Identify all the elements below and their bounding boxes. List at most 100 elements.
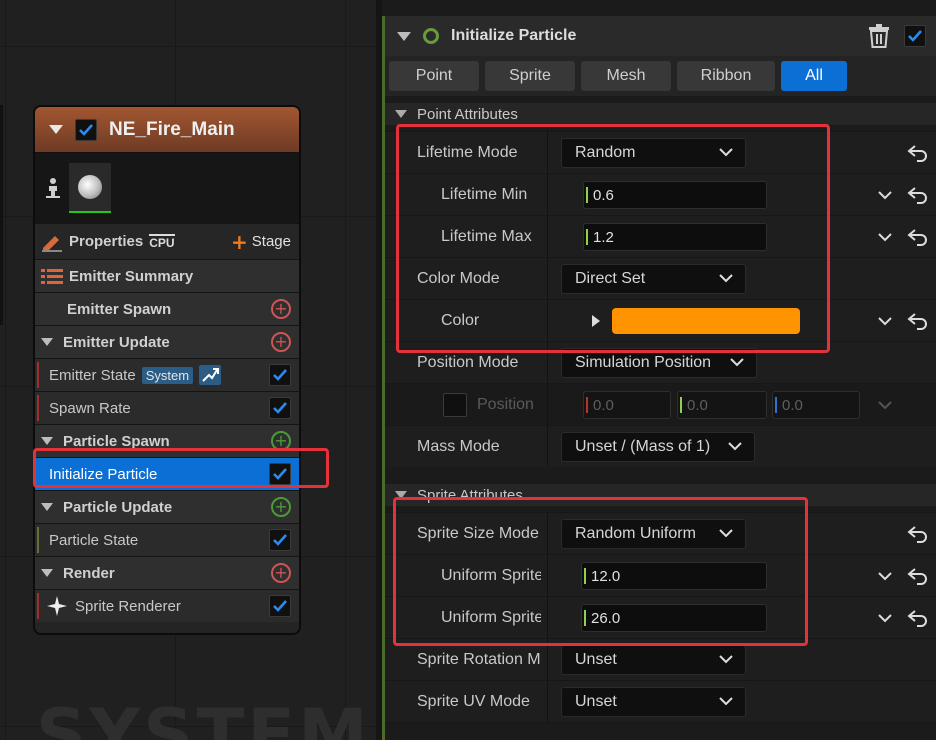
reset-icon[interactable]: [907, 567, 929, 585]
add-module-icon[interactable]: +: [271, 563, 291, 583]
node-thumbnail-row: [35, 153, 299, 223]
reset-icon[interactable]: [907, 312, 929, 330]
reset-icon[interactable]: [907, 186, 929, 204]
position-row: Position 0.0 0.0 0.0: [385, 383, 936, 426]
tab-sprite[interactable]: Sprite: [485, 61, 575, 91]
collapse-icon[interactable]: [49, 125, 63, 134]
sprite-uv-value: Unset: [575, 693, 617, 710]
reset-icon[interactable]: [907, 228, 929, 246]
properties-row[interactable]: Properties CPU + Stage: [35, 223, 299, 259]
reset-icon[interactable]: [907, 144, 929, 162]
position-z-input[interactable]: 0.0: [772, 391, 860, 419]
collapse-module-icon[interactable]: [397, 31, 411, 41]
particle-state-checkbox[interactable]: [269, 529, 291, 551]
chevron-down-icon: [719, 655, 733, 664]
point-attributes-label: Point Attributes: [417, 105, 518, 123]
filter-tabs: Point Sprite Mesh Ribbon All: [385, 56, 936, 96]
cpu-icon: CPU: [149, 234, 175, 250]
particle-state-label: Particle State: [49, 531, 139, 549]
position-mode-value: Simulation Position: [575, 354, 712, 371]
sprite-uv-row: Sprite UV Mode Unset: [385, 680, 936, 723]
highlight-initialize-particle: [33, 448, 329, 488]
tab-all[interactable]: All: [781, 61, 847, 91]
render-row[interactable]: Render +: [35, 556, 299, 589]
position-label: Position: [477, 396, 534, 413]
node-enable-checkbox[interactable]: [75, 118, 97, 141]
graph-link-icon[interactable]: [199, 365, 222, 385]
emitter-update-row[interactable]: Emitter Update +: [35, 325, 299, 358]
render-label: Render: [63, 564, 115, 582]
tab-point[interactable]: Point: [389, 61, 479, 91]
chevron-down-icon[interactable]: [877, 315, 893, 327]
sprite-renderer-label: Sprite Renderer: [75, 597, 181, 615]
expand-icon[interactable]: [41, 437, 53, 445]
chevron-down-icon[interactable]: [877, 189, 893, 201]
graph-node-edge: [0, 105, 3, 325]
module-enable-checkbox[interactable]: [904, 25, 926, 47]
emitter-spawn-row[interactable]: Emitter Spawn +: [35, 292, 299, 325]
add-module-icon[interactable]: +: [271, 497, 291, 517]
position-enable-checkbox[interactable]: [443, 393, 467, 417]
sprite-renderer-checkbox[interactable]: [269, 595, 291, 617]
point-attributes-header[interactable]: Point Attributes: [385, 103, 936, 125]
emitter-state-row[interactable]: Emitter State System: [35, 358, 299, 391]
sparkle-icon: [47, 596, 67, 616]
particle-update-row[interactable]: Particle Update +: [35, 490, 299, 523]
position-x-input[interactable]: 0.0: [583, 391, 671, 419]
spawn-rate-label: Spawn Rate: [49, 399, 131, 417]
chevron-down-icon[interactable]: [877, 612, 893, 624]
tab-ribbon[interactable]: Ribbon: [677, 61, 775, 91]
sprite-renderer-row[interactable]: Sprite Renderer: [35, 589, 299, 622]
graph-watermark: SYSTEM: [36, 694, 371, 740]
mass-mode-dropdown[interactable]: Unset / (Mass of 1): [561, 432, 755, 462]
add-stage-button[interactable]: + Stage: [231, 229, 291, 254]
module-title: Initialize Particle: [451, 27, 577, 44]
sprite-rotation-value: Unset: [575, 651, 617, 668]
emitter-state-label: Emitter State: [49, 366, 136, 384]
particle-update-label: Particle Update: [63, 498, 173, 516]
chevron-down-icon: [728, 442, 742, 451]
spawn-rate-row[interactable]: Spawn Rate: [35, 391, 299, 424]
reset-icon[interactable]: [907, 525, 929, 543]
emitter-update-label: Emitter Update: [63, 333, 170, 351]
trash-icon[interactable]: [868, 24, 890, 48]
properties-label: Properties: [69, 233, 144, 250]
highlight-sprite-size: [393, 497, 808, 646]
mass-mode-label: Mass Mode: [417, 438, 500, 455]
emitter-summary-label: Emitter Summary: [69, 267, 194, 285]
spawn-rate-checkbox[interactable]: [269, 397, 291, 419]
renderer-thumbnail[interactable]: [69, 163, 111, 213]
emitter-node[interactable]: NE_Fire_Main Properties CPU + Stage Emit…: [33, 105, 301, 635]
list-icon: [41, 269, 63, 284]
mass-mode-row: Mass Mode Unset / (Mass of 1): [385, 425, 936, 468]
node-header[interactable]: NE_Fire_Main: [35, 107, 299, 153]
chevron-down-icon: [730, 358, 744, 367]
sprite-rotation-dropdown[interactable]: Unset: [561, 645, 746, 675]
plus-icon: +: [231, 229, 248, 254]
reset-icon[interactable]: [907, 609, 929, 627]
expand-icon[interactable]: [41, 503, 53, 511]
expand-icon[interactable]: [41, 569, 53, 577]
emitter-summary-row[interactable]: Emitter Summary: [35, 259, 299, 292]
chevron-down-icon[interactable]: [877, 231, 893, 243]
highlight-lifetime-color: [396, 124, 830, 353]
mass-mode-value: Unset / (Mass of 1): [575, 438, 711, 455]
chevron-down-icon[interactable]: [877, 570, 893, 582]
expand-icon[interactable]: [395, 110, 407, 118]
position-y-input[interactable]: 0.0: [677, 391, 767, 419]
chevron-down-icon[interactable]: [877, 399, 893, 411]
module-status-icon: [423, 28, 439, 44]
emitter-state-checkbox[interactable]: [269, 364, 291, 386]
system-badge: System: [141, 366, 194, 384]
particle-spawn-label: Particle Spawn: [63, 432, 170, 450]
add-module-icon[interactable]: +: [271, 299, 291, 319]
particle-state-row[interactable]: Particle State: [35, 523, 299, 556]
node-title: NE_Fire_Main: [109, 118, 235, 140]
module-header[interactable]: Initialize Particle: [385, 16, 936, 56]
add-module-icon[interactable]: +: [271, 332, 291, 352]
chevron-down-icon: [719, 697, 733, 706]
stage-label: Stage: [251, 233, 291, 250]
expand-icon[interactable]: [41, 338, 53, 346]
sprite-uv-dropdown[interactable]: Unset: [561, 687, 746, 717]
tab-mesh[interactable]: Mesh: [581, 61, 671, 91]
